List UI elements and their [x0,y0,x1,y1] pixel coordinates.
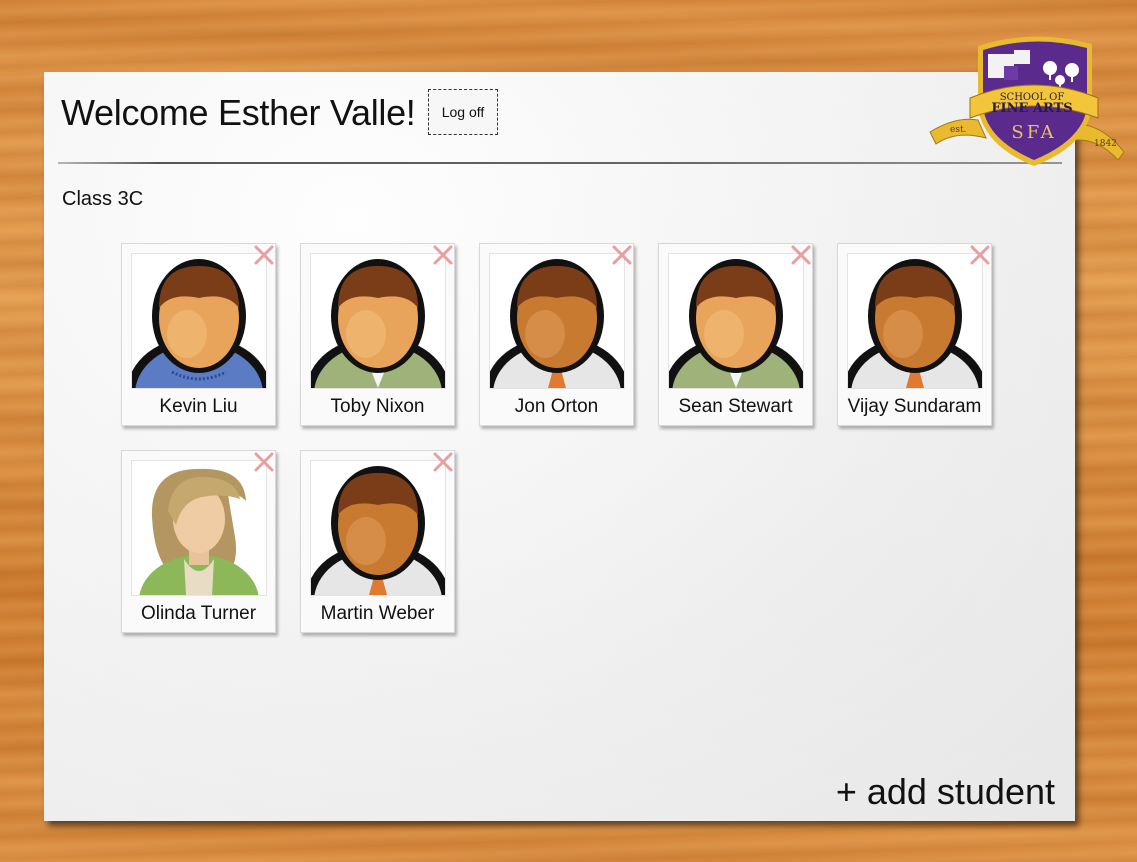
remove-student-icon[interactable] [610,243,634,267]
student-card[interactable]: Kevin Liu [121,243,276,426]
student-card[interactable]: Jon Orton [479,243,634,426]
student-name: Jon Orton [514,396,599,417]
main-panel: Welcome Esther Valle! Log off Class 3C K… [44,72,1075,821]
male-tie-icon [848,259,982,388]
male-tie-icon [311,466,445,595]
student-card[interactable]: Vijay Sundaram [837,243,992,426]
male-sweater-icon [132,259,266,388]
remove-student-icon[interactable] [252,450,276,474]
avatar [310,460,446,596]
male-green-shirt-icon [311,259,445,388]
student-card[interactable]: Sean Stewart [658,243,813,426]
school-crest-logo: SCHOOL OF FINE ARTS SFA est. 1842 [929,36,1125,166]
student-card[interactable]: Toby Nixon [300,243,455,426]
remove-student-icon[interactable] [252,243,276,267]
avatar [131,460,267,596]
page-title: Welcome Esther Valle! [61,92,416,133]
student-name: Toby Nixon [330,396,425,417]
crest-est: est. [950,125,967,135]
student-name: Kevin Liu [159,396,238,417]
avatar [847,253,983,389]
header-divider [58,162,1062,164]
crest-initials: SFA [1011,122,1056,143]
remove-student-icon[interactable] [431,243,455,267]
add-student-button[interactable]: + add student [836,771,1055,813]
class-label: Class 3C [62,188,144,210]
remove-student-icon[interactable] [789,243,813,267]
avatar [310,253,446,389]
remove-student-icon[interactable] [431,450,455,474]
student-name: Olinda Turner [140,603,257,624]
student-card[interactable]: Olinda Turner [121,450,276,633]
student-name: Sean Stewart [678,396,793,417]
student-name: Vijay Sundaram [847,396,982,417]
crest-year: 1842 [1094,139,1117,149]
student-name: Martin Weber [320,603,435,624]
crest-line2: FINE ARTS [991,101,1072,116]
male-tie-icon [490,259,624,388]
remove-student-icon[interactable] [968,243,992,267]
female-icon [139,468,259,595]
avatar [131,253,267,389]
avatar [668,253,804,389]
student-card[interactable]: Martin Weber [300,450,455,633]
log-off-button[interactable]: Log off [428,89,498,135]
avatar [489,253,625,389]
male-green-shirt-icon [669,259,803,388]
